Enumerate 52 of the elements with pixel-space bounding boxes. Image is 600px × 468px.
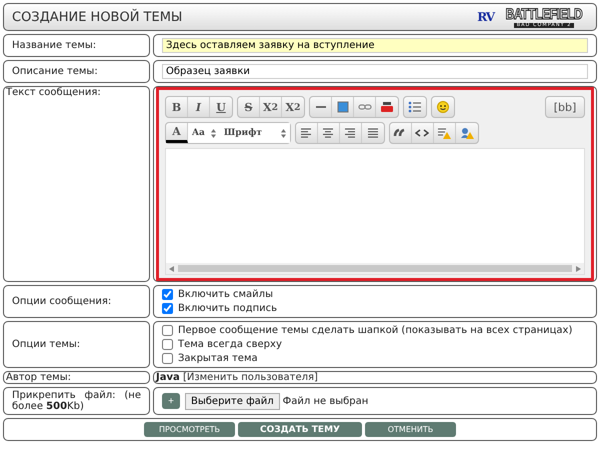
checkbox-label: Закрытая тема [178, 353, 258, 364]
font-family-value: Шрифт [224, 128, 262, 138]
font-family-select[interactable]: Шрифт [220, 123, 290, 143]
align-left-icon [299, 127, 314, 139]
checkbox[interactable] [162, 339, 173, 350]
change-user-link[interactable]: [Изменить пользователя] [182, 372, 318, 383]
code-icon [415, 127, 430, 139]
format-button[interactable]: B [166, 97, 188, 117]
field-label: Текст сообщения: [6, 87, 102, 98]
smiley-icon [436, 101, 450, 113]
list-icon [408, 101, 422, 113]
format-button[interactable]: U [210, 97, 232, 117]
field-label: Опции сообщения: [12, 296, 112, 307]
checkbox-label: Включить подпись [178, 303, 278, 314]
text-input[interactable]: Здесь оставляем заявку на вступление [162, 38, 588, 53]
checkbox-label: Первое сообщение темы сделать шапкой (показывать на всех страницах) [178, 325, 572, 336]
dropdown-arrows-icon [280, 128, 286, 138]
checkbox[interactable] [162, 303, 173, 314]
action-button[interactable]: ПРОСМОТРЕТЬ [144, 422, 235, 437]
field-label: Название темы: [12, 40, 98, 51]
align-center-icon [321, 127, 336, 139]
font-size-select[interactable]: Aа [188, 123, 220, 143]
format-button[interactable]: I [188, 97, 210, 117]
checkbox-label: Включить смайлы [178, 289, 273, 300]
scroll-right-icon[interactable] [576, 266, 581, 272]
scroll-left-icon[interactable] [169, 266, 174, 272]
add-file-button[interactable]: + [162, 393, 180, 409]
text-input[interactable]: Образец заявки [162, 64, 588, 79]
dropdown-arrows-icon [210, 128, 216, 138]
field-label: Прикрепить файл: (не более 500Kb) [12, 390, 141, 412]
align-right-icon [343, 127, 358, 139]
checkbox[interactable] [162, 353, 173, 364]
field-label: Описание темы: [12, 66, 99, 77]
field-label: Автор темы: [6, 372, 72, 383]
page-title: СОЗДАНИЕ НОВОЙ ТЕМЫ [12, 10, 182, 24]
horizontal-scrollbar[interactable] [166, 263, 584, 274]
field-label: Опции темы: [12, 339, 82, 350]
format-button[interactable]: S [238, 97, 260, 117]
logo-text: RV [477, 10, 494, 24]
justify-icon [366, 127, 380, 139]
image-icon [336, 101, 350, 113]
checkbox[interactable] [162, 325, 173, 336]
action-button[interactable]: ОТМЕНИТЬ [365, 422, 456, 437]
choose-file-button[interactable]: Выберите файл [185, 392, 280, 410]
file-status: Файл не выбран [282, 396, 368, 406]
author-name: Java [156, 372, 180, 383]
bbcode-mode-button[interactable]: [bb] [546, 97, 584, 117]
checkbox-label: Тема всегда сверху [178, 339, 282, 350]
font-size-value: Aа [192, 128, 205, 138]
checkbox[interactable] [162, 289, 173, 300]
action-button[interactable]: СОЗДАТЬ ТЕМУ [238, 422, 362, 437]
logo-title: BATTLEFIELD [506, 6, 582, 23]
